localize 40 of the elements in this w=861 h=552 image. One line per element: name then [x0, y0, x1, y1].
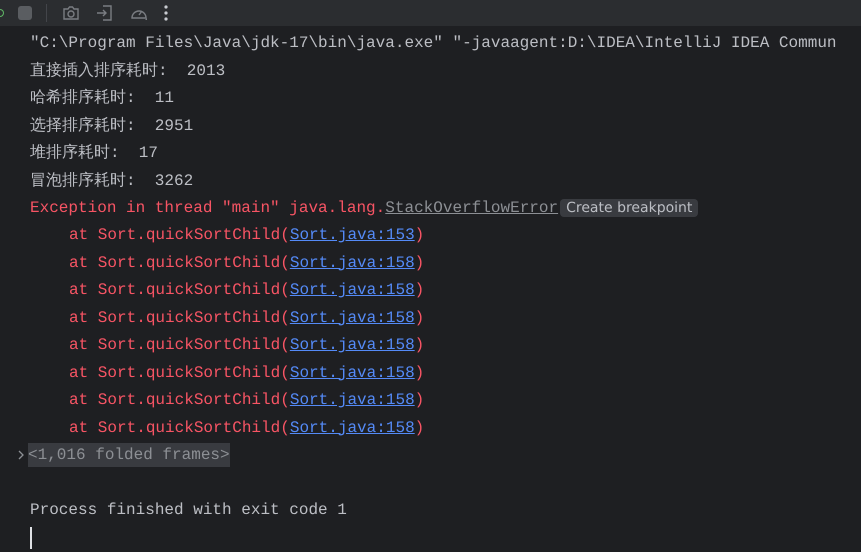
console-text: Process finished with exit code 1 — [30, 501, 347, 520]
source-link[interactable]: Sort.java:158 — [290, 281, 415, 300]
exception-text: Exception in thread "main" java.lang. — [30, 198, 386, 217]
stack-frame-text: at Sort.quickSortChild( — [69, 226, 290, 244]
chevron-right-icon[interactable] — [17, 449, 25, 462]
stop-icon[interactable] — [18, 6, 32, 20]
exception-link[interactable]: StackOverflowError — [385, 198, 558, 217]
stack-frame-text: at Sort.quickSortChild( — [69, 391, 290, 410]
stack-frame-text: at Sort.quickSortChild( — [69, 418, 290, 437]
paren-text: ) — [414, 418, 424, 437]
console-text: "C:\Program Files\Java\jdk-17\bin\java.exe" "-javaagent:D:\IDEA\IntelliJ IDEA Commun — [30, 34, 837, 52]
run-icon[interactable] — [0, 9, 4, 17]
source-link[interactable]: Sort.java:158 — [290, 418, 415, 437]
source-link[interactable]: Sort.java:153 — [290, 226, 415, 244]
paren-text: ) — [414, 364, 424, 382]
source-link[interactable]: Sort.java:158 — [290, 254, 415, 272]
paren-text: ) — [414, 336, 424, 354]
paren-text: ) — [414, 308, 424, 327]
more-icon[interactable] — [163, 3, 169, 23]
folded-frames[interactable]: <1,016 folded frames> — [28, 443, 230, 468]
console-text: 直接插入排序耗时: 2013 — [30, 60, 226, 81]
console-text: 哈希排序耗时: 11 — [30, 88, 174, 108]
source-link[interactable]: Sort.java:158 — [290, 336, 415, 354]
console-text: 堆排序耗时: 17 — [30, 142, 158, 164]
paren-text: ) — [414, 281, 424, 300]
create-breakpoint-hint[interactable]: Create breakpoint — [560, 198, 698, 217]
text-cursor — [30, 526, 32, 549]
stack-frame-text: at Sort.quickSortChild( — [69, 364, 290, 382]
console-text: 冒泡排序耗时: 3262 — [30, 170, 194, 191]
console-text: 选择排序耗时: 2951 — [30, 116, 194, 136]
paren-text: ) — [414, 254, 424, 272]
source-link[interactable]: Sort.java:158 — [290, 308, 415, 327]
stack-frame-text: at Sort.quickSortChild( — [69, 254, 290, 272]
paren-text: ) — [414, 226, 424, 244]
stack-frame-text: at Sort.quickSortChild( — [69, 281, 290, 300]
stack-frame-text: at Sort.quickSortChild( — [69, 336, 290, 354]
source-link[interactable]: Sort.java:158 — [290, 391, 415, 410]
source-link[interactable]: Sort.java:158 — [290, 364, 415, 382]
paren-text: ) — [414, 391, 424, 410]
stack-frame-text: at Sort.quickSortChild( — [69, 308, 290, 327]
